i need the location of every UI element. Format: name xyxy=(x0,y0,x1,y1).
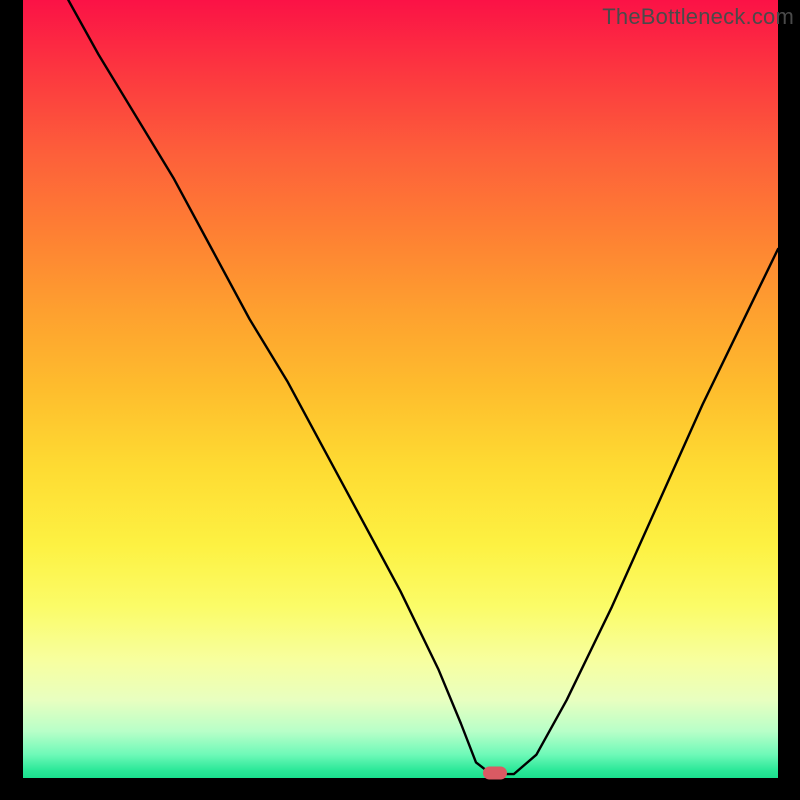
chart-plot-area xyxy=(23,0,778,778)
gradient-background xyxy=(23,0,778,778)
watermark-text: TheBottleneck.com xyxy=(602,4,794,30)
optimal-point-marker xyxy=(483,767,507,780)
